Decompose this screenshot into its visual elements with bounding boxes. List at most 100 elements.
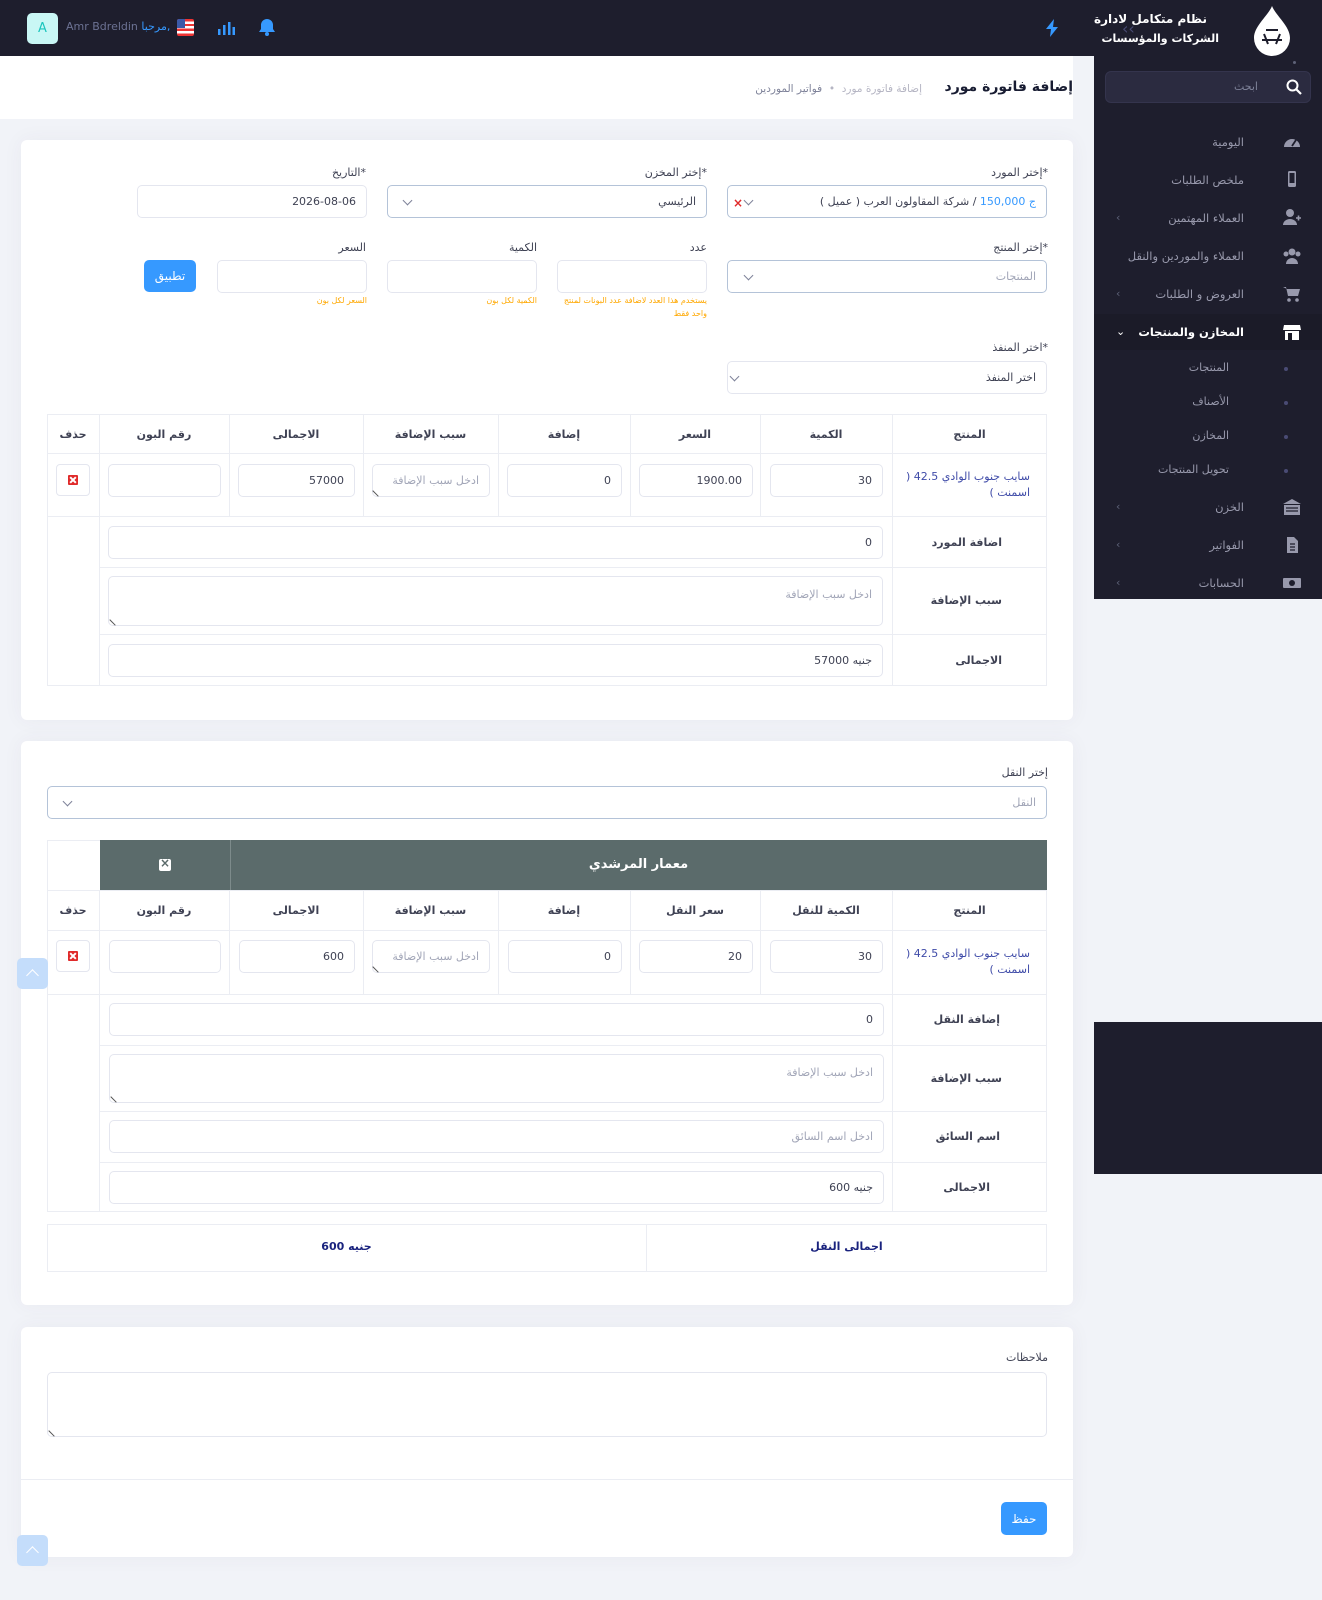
sub-bullet bbox=[1284, 435, 1288, 439]
sidebar-toggle-icon[interactable]: ‹‹ bbox=[1122, 19, 1135, 38]
chevron-down-icon: ⌄ bbox=[1116, 325, 1126, 338]
col-delete: حذف bbox=[59, 904, 87, 917]
money-icon bbox=[1283, 578, 1301, 588]
notes-textarea[interactable] bbox=[47, 1372, 1047, 1437]
delete-transport-row-button[interactable] bbox=[56, 940, 90, 972]
sidebar-subitem-categories[interactable]: الأصناف bbox=[1192, 395, 1229, 408]
breadcrumb-parent[interactable]: فواتير الموردين bbox=[755, 83, 822, 95]
transport-price-value: 20 bbox=[728, 950, 742, 963]
transport-qty-input[interactable]: 30 bbox=[770, 940, 883, 973]
transport-price-input[interactable]: 20 bbox=[639, 940, 753, 973]
transport-reason-label: سبب الإضافة bbox=[930, 1072, 1002, 1085]
sidebar-search-input[interactable]: ابحث bbox=[1105, 71, 1311, 103]
transport-total-label: الاجمالى bbox=[943, 1181, 990, 1194]
supplier-addition-input[interactable]: 0 bbox=[108, 526, 883, 559]
sidebar-item-treasury[interactable]: الخزن bbox=[1215, 500, 1244, 514]
user-greeting[interactable]: Amr Bdreldin مرحبا, bbox=[66, 20, 170, 33]
row-reason-placeholder: ادخل سبب الإضافة bbox=[392, 474, 479, 487]
sidebar-item-accounts[interactable]: الحسابات bbox=[1199, 576, 1244, 590]
transport-reason-input[interactable]: ادخل سبب الإضافة bbox=[372, 940, 490, 973]
invoice-total-label: الاجمالى bbox=[955, 654, 1002, 667]
sidebar-subitem-product-transfer[interactable]: تحويل المنتجات bbox=[1158, 463, 1229, 476]
chart-bars-icon[interactable] bbox=[217, 21, 235, 35]
invoice-total-input[interactable]: 57000 جنيه bbox=[108, 644, 883, 677]
row-price-value: 1900.00 bbox=[696, 474, 743, 487]
transport-reason-textarea[interactable]: ادخل سبب الإضافة bbox=[109, 1054, 884, 1103]
invoice-icon bbox=[1287, 537, 1298, 553]
transport-addition-label: إضافة النقل bbox=[933, 1013, 1000, 1026]
outlet-placeholder: اختر المنفذ bbox=[985, 371, 1036, 384]
qty-input[interactable] bbox=[387, 260, 537, 293]
notification-bell-icon[interactable] bbox=[257, 17, 277, 37]
brand-line-1: نظام متكامل لادارة bbox=[1093, 12, 1207, 26]
sidebar-item-customers-suppliers[interactable]: العملاء والموردين والنقل bbox=[1128, 249, 1244, 263]
avatar[interactable]: A bbox=[27, 13, 58, 44]
sidebar-item-daily[interactable]: اليومية bbox=[1212, 135, 1244, 149]
product-select[interactable]: المنتجات bbox=[727, 260, 1047, 293]
price-label: السعر bbox=[338, 241, 366, 254]
row-voucher-input[interactable] bbox=[108, 464, 221, 497]
transport-grand-value: 600 جنيه bbox=[321, 1240, 372, 1253]
scroll-top-button[interactable] bbox=[17, 1535, 48, 1566]
row-qty-input[interactable]: 30 bbox=[770, 464, 883, 497]
save-button[interactable]: حفظ bbox=[1001, 1502, 1047, 1535]
supplier-select[interactable]: شركة المقاولون العرب ( عميل ) / 150,000 … bbox=[727, 185, 1047, 218]
scroll-top-button[interactable] bbox=[17, 958, 48, 989]
col-product: المنتج bbox=[953, 904, 986, 917]
sidebar-subitem-warehouses[interactable]: المخازن bbox=[1192, 429, 1229, 442]
sub-bullet bbox=[1284, 469, 1288, 473]
transport-select-label: إختر النقل bbox=[1001, 766, 1048, 779]
date-label: التاريخ* bbox=[331, 166, 366, 179]
transport-row-product[interactable]: سايب جنوب الوادي 42.5 ( اسمنت ) bbox=[900, 946, 1030, 978]
addition-reason-textarea[interactable]: ادخل سبب الإضافة bbox=[108, 576, 883, 626]
us-flag-icon[interactable] bbox=[177, 19, 194, 36]
row-product-name[interactable]: سايب جنوب الوادي 42.5 ( اسمنت ) bbox=[900, 469, 1030, 501]
transport-voucher-input[interactable] bbox=[109, 940, 221, 973]
safe-icon bbox=[1283, 499, 1301, 515]
transport-total-input[interactable]: 600 bbox=[239, 940, 355, 973]
transport-select[interactable]: النقل bbox=[47, 786, 1047, 819]
supplier-addition-value: 0 bbox=[865, 536, 872, 549]
transport-total-sum-input[interactable]: 600 جنيه bbox=[109, 1171, 884, 1204]
clear-selection-icon[interactable]: × bbox=[733, 196, 743, 210]
row-reason-input[interactable]: ادخل سبب الإضافة bbox=[372, 464, 490, 497]
transport-addition-total-input[interactable]: 0 bbox=[109, 1003, 884, 1036]
page-title: إضافة فاتورة مورد bbox=[944, 79, 1073, 95]
lightning-icon[interactable] bbox=[1045, 19, 1059, 37]
sidebar-item-orders-summary[interactable]: ملخص الطلبات bbox=[1171, 173, 1244, 187]
warehouse-value: الرئيسي bbox=[658, 195, 696, 208]
col-addition-reason: سبب الإضافة bbox=[394, 428, 467, 441]
row-total-input[interactable]: 57000 bbox=[238, 464, 355, 497]
sidebar-item-warehouses-products[interactable]: المخازن والمنتجات bbox=[1138, 325, 1244, 339]
row-price-input[interactable]: 1900.00 bbox=[639, 464, 753, 497]
col-addition: إضافة bbox=[547, 428, 581, 441]
driver-name-input[interactable]: ادخل اسم السائق bbox=[109, 1120, 884, 1153]
notes-label: ملاحظات bbox=[1006, 1351, 1048, 1364]
sidebar-item-interested-customers[interactable]: العملاء المهتمين bbox=[1168, 211, 1244, 225]
sidebar-dot bbox=[1293, 61, 1296, 64]
delete-row-button[interactable] bbox=[56, 464, 90, 496]
count-input[interactable] bbox=[557, 260, 707, 293]
chevron-left-icon: ‹ bbox=[1116, 576, 1121, 589]
col-qty: الكمية bbox=[809, 428, 843, 441]
sidebar-item-invoices[interactable]: الفواتير bbox=[1209, 538, 1244, 552]
transport-addition-input[interactable]: 0 bbox=[508, 940, 622, 973]
cart-icon bbox=[1283, 287, 1300, 302]
remove-carrier-icon[interactable]: × bbox=[159, 856, 171, 871]
outlet-label: اختر المنفذ* bbox=[992, 341, 1048, 354]
transport-qty-value: 30 bbox=[858, 950, 872, 963]
apply-button[interactable]: تطبيق bbox=[144, 260, 196, 292]
users-icon bbox=[1283, 248, 1301, 264]
date-input[interactable]: 2026-08-06 bbox=[137, 185, 367, 218]
notes-card bbox=[21, 1327, 1073, 1557]
warehouse-select[interactable]: الرئيسي bbox=[387, 185, 707, 218]
row-addition-input[interactable]: 0 bbox=[507, 464, 622, 497]
search-placeholder: ابحث bbox=[1233, 80, 1258, 93]
driver-name-label: اسم السائق bbox=[935, 1130, 1000, 1143]
sidebar-item-offers-orders[interactable]: العروض و الطلبات bbox=[1155, 287, 1244, 301]
user-icon bbox=[1283, 209, 1301, 225]
outlet-select[interactable]: اختر المنفذ bbox=[727, 361, 1047, 394]
sidebar-subitem-products[interactable]: المنتجات bbox=[1189, 361, 1229, 374]
price-input[interactable] bbox=[217, 260, 367, 293]
price-hint: السعر لكل بون bbox=[316, 296, 367, 305]
